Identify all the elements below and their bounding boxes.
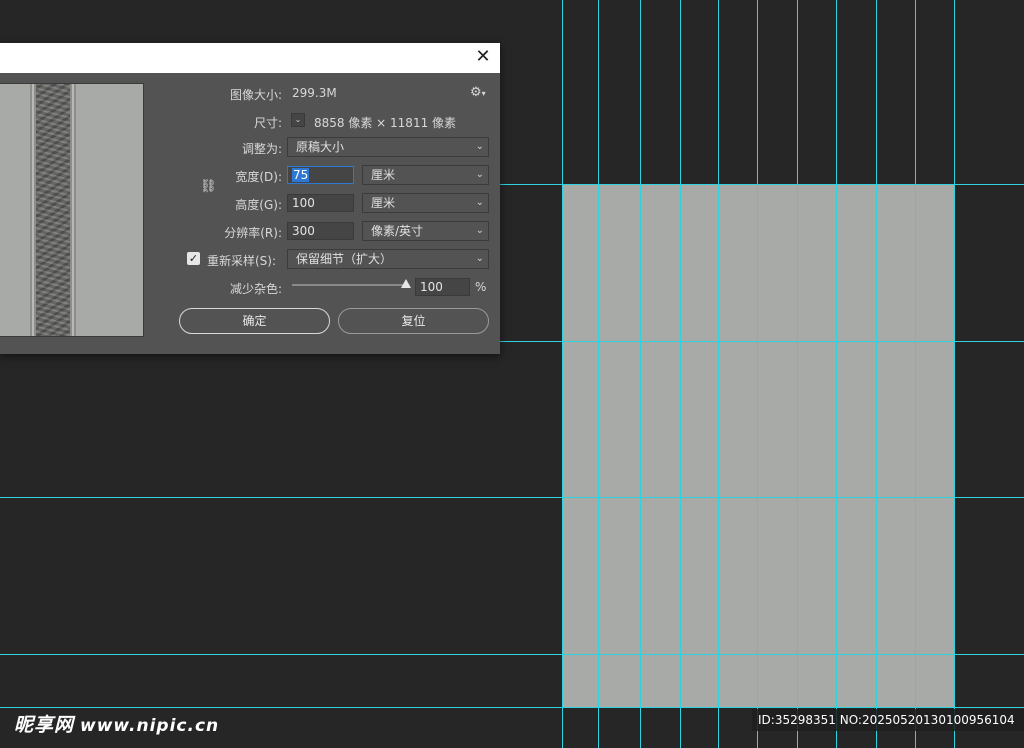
height-unit-dropdown[interactable]: 厘米 ⌄: [362, 193, 489, 213]
vertical-guide[interactable]: [757, 0, 758, 748]
vertical-guide[interactable]: [876, 0, 877, 748]
close-icon[interactable]: ✕: [472, 46, 494, 68]
vertical-guide[interactable]: [562, 0, 563, 748]
fit-to-value: 原稿大小: [296, 140, 345, 154]
dimensions-label: 尺寸:: [253, 116, 282, 130]
image-size-dialog: ✕ 图像大小: 299.3M ⚙▾ 尺寸: ⌄ 8858 像素 × 11811 …: [0, 43, 500, 354]
reduce-noise-unit: %: [475, 280, 487, 294]
dialog-titlebar[interactable]: ✕: [0, 43, 500, 73]
dimensions-unit-dropdown[interactable]: ⌄: [291, 113, 305, 127]
image-size-label: 图像大小:: [229, 88, 282, 102]
height-label: 高度(G):: [235, 198, 282, 212]
vertical-guide[interactable]: [598, 0, 599, 748]
vertical-guide[interactable]: [954, 0, 955, 748]
fit-to-label: 调整为:: [241, 142, 282, 156]
watermark-site-url: www.nipic.cn: [80, 716, 220, 736]
resolution-label: 分辨率(R):: [224, 226, 282, 240]
resolution-unit-dropdown[interactable]: 像素/英寸 ⌄: [362, 221, 489, 241]
reduce-noise-slider-track[interactable]: [292, 284, 408, 286]
canvas-tile: [836, 184, 876, 707]
image-size-value: 299.3M: [292, 86, 337, 100]
width-input[interactable]: 75: [287, 166, 354, 184]
resample-checkbox[interactable]: ✓: [187, 252, 200, 265]
canvas-tile: [640, 184, 680, 707]
image-preview[interactable]: [0, 83, 144, 337]
height-input[interactable]: 100: [287, 194, 354, 212]
stone-strip-texture: [30, 84, 76, 336]
vertical-guide[interactable]: [680, 0, 681, 748]
resample-method-dropdown[interactable]: 保留细节（扩大） ⌄: [287, 249, 489, 269]
watermark-logo: 昵享网 www.nipic.cn: [14, 710, 219, 737]
vertical-guide[interactable]: [718, 0, 719, 748]
canvas-tile: [680, 184, 718, 707]
vertical-guide[interactable]: [640, 0, 641, 748]
chevron-down-icon: ⌄: [475, 169, 484, 180]
canvas-tile: [797, 184, 836, 707]
canvas-tile: [598, 184, 640, 707]
chevron-down-icon: ⌄: [475, 253, 484, 264]
reduce-noise-input[interactable]: 100: [415, 278, 470, 296]
reduce-noise-slider-thumb[interactable]: [401, 279, 411, 288]
canvas-tile: [915, 184, 954, 707]
resolution-input[interactable]: 300: [287, 222, 354, 240]
reduce-noise-label: 减少杂色:: [229, 282, 282, 296]
resample-label: 重新采样(S):: [207, 254, 277, 268]
vertical-guide[interactable]: [797, 0, 798, 748]
chevron-down-icon: ⌄: [475, 141, 484, 152]
canvas-tile: [757, 184, 797, 707]
resample-method-value: 保留细节（扩大）: [296, 252, 393, 266]
resolution-unit-value: 像素/英寸: [371, 224, 424, 238]
canvas-tile: [562, 184, 598, 707]
ok-button[interactable]: 确定: [179, 308, 330, 334]
gear-icon[interactable]: ⚙▾: [470, 85, 486, 100]
horizontal-guide[interactable]: [0, 707, 1024, 708]
horizontal-guide[interactable]: [0, 497, 1024, 498]
horizontal-guide[interactable]: [0, 654, 1024, 655]
width-value: 75: [292, 168, 310, 182]
dimensions-value: 8858 像素 × 11811 像素: [314, 116, 457, 130]
chevron-down-icon: ⌄: [475, 225, 484, 236]
width-unit-dropdown[interactable]: 厘米 ⌄: [362, 165, 489, 185]
watermark-site-name: 昵享网: [14, 714, 75, 736]
fit-to-dropdown[interactable]: 原稿大小 ⌄: [287, 137, 489, 157]
chevron-down-icon: ⌄: [475, 197, 484, 208]
canvas-tile: [718, 184, 757, 707]
vertical-guide[interactable]: [836, 0, 837, 748]
height-unit-value: 厘米: [371, 196, 396, 210]
width-label: 宽度(D):: [235, 170, 282, 184]
watermark-id: ID:35298351 NO:20250520130100956104: [752, 709, 1024, 731]
width-unit-value: 厘米: [371, 168, 396, 182]
reset-button[interactable]: 复位: [338, 308, 489, 334]
canvas-tile: [876, 184, 915, 707]
vertical-guide[interactable]: [915, 0, 916, 748]
